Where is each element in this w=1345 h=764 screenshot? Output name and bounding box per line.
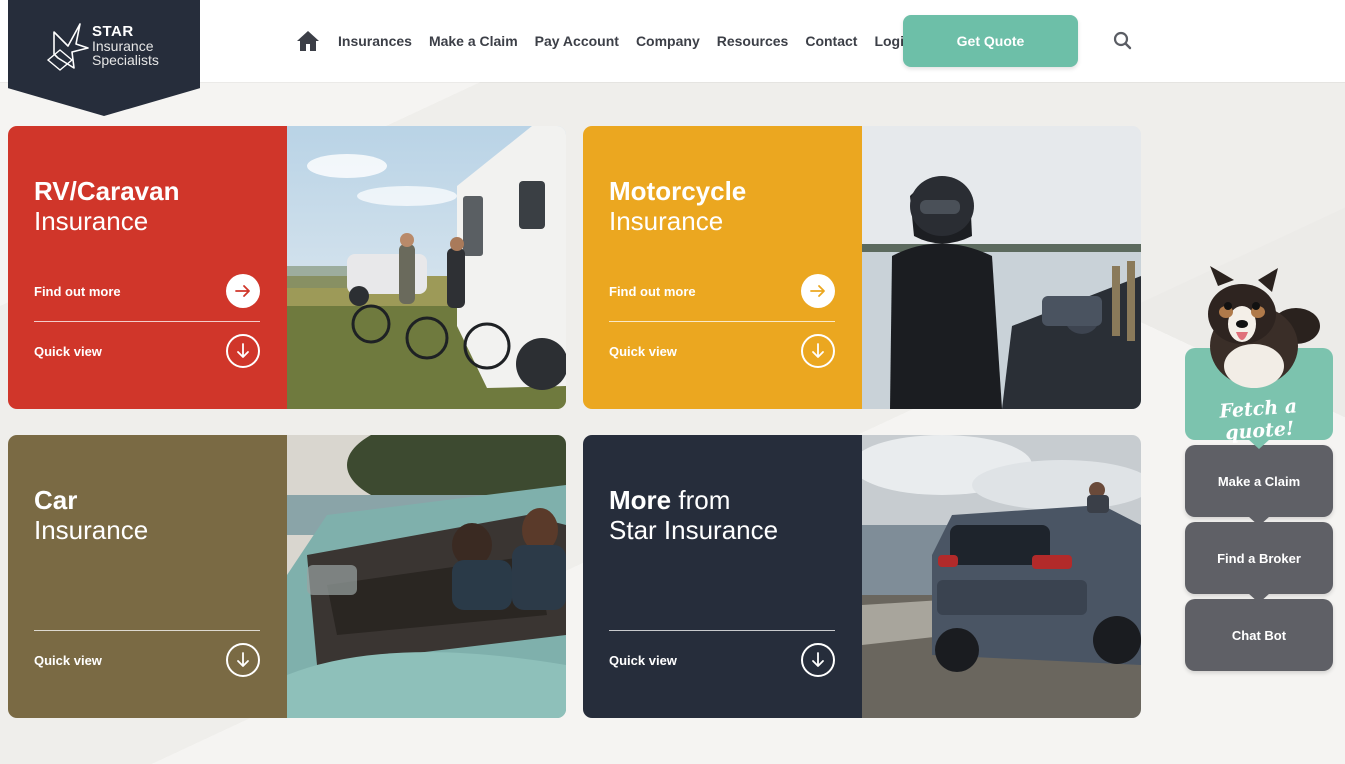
find-out-more-link[interactable]: Find out more xyxy=(34,274,260,308)
quick-view-label: Quick view xyxy=(34,652,102,668)
nav-insurances[interactable]: Insurances xyxy=(338,33,412,49)
make-a-claim-button[interactable]: Make a Claim xyxy=(1185,445,1333,517)
quick-view-label: Quick view xyxy=(34,343,102,359)
nav-resources[interactable]: Resources xyxy=(717,33,789,49)
card-panel: Car Insurance Quick view xyxy=(8,435,287,718)
card-title: More from xyxy=(609,485,730,515)
arrow-right-icon xyxy=(801,274,835,308)
card-subtitle: Insurance xyxy=(34,206,149,236)
nav-make-a-claim[interactable]: Make a Claim xyxy=(429,33,518,49)
logo-text-insurance: Insurance xyxy=(92,38,154,54)
card-subtitle: Star Insurance xyxy=(609,515,779,545)
card-motorcycle: Motorcycle Insurance Find out more Quick… xyxy=(583,126,1141,409)
card-divider xyxy=(34,630,260,631)
arrow-down-icon xyxy=(226,334,260,368)
card-panel: Motorcycle Insurance Find out more Quick… xyxy=(583,126,862,409)
claim-notch-icon xyxy=(1248,516,1270,526)
card-title: RV/Caravan xyxy=(34,176,180,206)
arrow-down-icon xyxy=(801,334,835,368)
logo-text-specialists: Specialists xyxy=(92,52,159,68)
card-divider xyxy=(609,630,835,631)
car-photo xyxy=(287,435,566,718)
card-car: Car Insurance Quick view xyxy=(8,435,566,718)
find-out-more-link[interactable]: Find out more xyxy=(609,274,835,308)
quick-view-link[interactable]: Quick view xyxy=(34,643,260,677)
quick-view-label: Quick view xyxy=(609,652,677,668)
main-nav: Insurances Make a Claim Pay Account Comp… xyxy=(296,27,930,55)
card-title: Motorcycle xyxy=(609,176,747,206)
card-divider xyxy=(609,321,835,322)
suv-photo xyxy=(862,435,1141,718)
make-a-claim-label: Make a Claim xyxy=(1217,473,1301,489)
fetch-notch-icon xyxy=(1248,439,1270,449)
motorcycle-photo xyxy=(862,126,1141,409)
quick-view-label: Quick view xyxy=(609,343,677,359)
card-title-bold: More xyxy=(609,485,672,515)
nav-pay-account[interactable]: Pay Account xyxy=(535,33,619,49)
nav-contact[interactable]: Contact xyxy=(805,33,857,49)
find-a-broker-label: Find a Broker xyxy=(1217,550,1301,566)
card-divider xyxy=(34,321,260,322)
card-title-rest: from xyxy=(671,485,731,515)
find-a-broker-button[interactable]: Find a Broker xyxy=(1185,522,1333,594)
arrow-down-icon xyxy=(226,643,260,677)
chat-bot-button[interactable]: Chat Bot xyxy=(1185,599,1333,671)
find-out-more-label: Find out more xyxy=(609,283,696,299)
broker-notch-icon xyxy=(1248,593,1270,603)
get-quote-button[interactable]: Get Quote xyxy=(903,15,1078,67)
card-panel: More from Star Insurance Quick view xyxy=(583,435,862,718)
find-out-more-label: Find out more xyxy=(34,283,121,299)
arrow-right-icon xyxy=(226,274,260,308)
arrow-down-icon xyxy=(801,643,835,677)
quick-view-link[interactable]: Quick view xyxy=(609,334,835,368)
quick-view-link[interactable]: Quick view xyxy=(609,643,835,677)
logo-text-star: STAR xyxy=(92,23,134,40)
home-icon[interactable] xyxy=(296,29,322,53)
card-title: Car xyxy=(34,485,78,515)
card-subtitle: Insurance xyxy=(609,206,724,236)
card-subtitle: Insurance xyxy=(34,515,149,545)
rv-caravan-photo xyxy=(287,126,566,409)
card-more-from-star: More from Star Insurance Quick view xyxy=(583,435,1141,718)
card-panel: RV/Caravan Insurance Find out more Quick… xyxy=(8,126,287,409)
chat-bot-label: Chat Bot xyxy=(1231,627,1287,643)
quick-view-link[interactable]: Quick view xyxy=(34,334,260,368)
nav-company[interactable]: Company xyxy=(636,33,700,49)
search-icon[interactable] xyxy=(1112,30,1134,52)
dog-mascot-image xyxy=(1196,266,1326,396)
site-header: Insurances Make a Claim Pay Account Comp… xyxy=(0,0,1345,82)
card-rv-caravan: RV/Caravan Insurance Find out more Quick… xyxy=(8,126,566,409)
star-logo-icon xyxy=(46,23,89,71)
